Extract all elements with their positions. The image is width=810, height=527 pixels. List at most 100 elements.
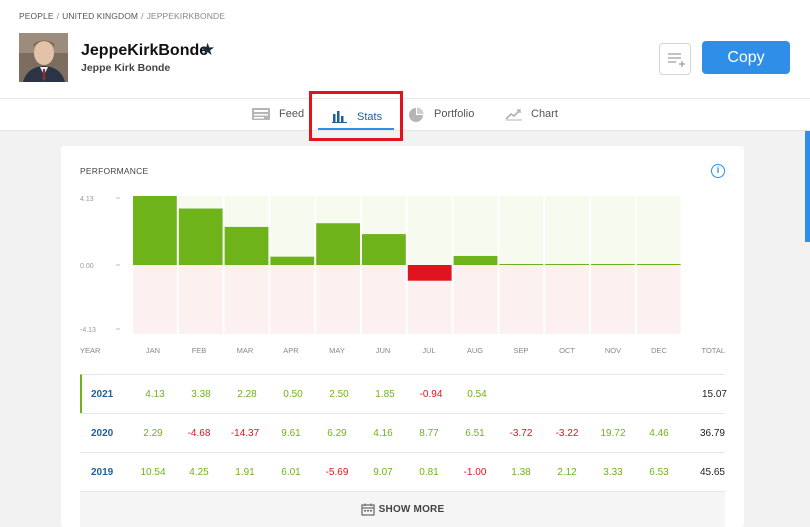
chart-bg-positive <box>545 196 589 265</box>
chart-bar <box>316 223 360 265</box>
chart-bg-negative <box>270 265 315 334</box>
chart-bar <box>270 256 315 265</box>
profile-header: PEOPLE / UNITED KINGDOM / JEPPEKIRKBONDE Jep… <box>0 0 810 98</box>
add-to-watchlist-button[interactable] <box>659 43 691 75</box>
total-cell: 15.07 <box>701 389 727 400</box>
scrollbar[interactable] <box>805 131 810 242</box>
calendar-icon <box>361 503 375 516</box>
chart-bg-positive <box>499 196 544 265</box>
chart-bg-negative <box>133 265 177 334</box>
month-value-cell: 8.77 <box>419 428 439 439</box>
chart-bar <box>591 264 635 265</box>
chart-bg-negative <box>178 265 223 334</box>
chart-bg-positive <box>453 196 498 265</box>
chart-bg-negative <box>499 265 544 334</box>
chart-bg-positive <box>591 196 635 265</box>
table-header-cell: NOV <box>604 346 622 355</box>
year-cell[interactable]: 2021 <box>91 375 131 414</box>
line-chart-icon <box>505 109 522 121</box>
chart-bg-negative <box>224 265 269 334</box>
month-value-cell: 6.53 <box>649 467 669 478</box>
performance-chart: 4.13 0.00 -4.13 <box>80 196 681 334</box>
active-tab-indicator <box>318 128 394 130</box>
tab-chart-label: Chart <box>531 108 558 120</box>
month-value-cell: -0.94 <box>419 389 443 400</box>
month-value-cell: -1.00 <box>463 467 487 478</box>
chart-bg-negative <box>591 265 635 334</box>
month-value-cell <box>500 375 546 414</box>
tab-feed[interactable]: Feed <box>251 99 311 131</box>
chart-bg-negative <box>453 265 498 334</box>
month-value-cell: 6.51 <box>465 428 485 439</box>
chart-bg-positive <box>407 196 452 265</box>
breadcrumb-people[interactable]: PEOPLE <box>19 11 54 21</box>
info-icon[interactable]: i <box>711 164 725 178</box>
month-value-cell: 9.07 <box>373 467 393 478</box>
chart-bg-negative <box>636 265 681 334</box>
tab-chart[interactable]: Chart <box>505 99 565 131</box>
breadcrumb-separator: / <box>141 11 144 21</box>
table-header-cell: YEAR <box>80 346 101 355</box>
month-value-cell: 2.50 <box>329 389 349 400</box>
star-icon[interactable]: ★ <box>200 41 215 59</box>
table-header-cell: OCT <box>559 346 575 355</box>
show-more-button[interactable]: SHOW MORE <box>80 491 725 527</box>
performance-title: PERFORMANCE <box>80 166 149 176</box>
table-header-cell: AUG <box>466 346 484 355</box>
month-value-cell <box>638 375 684 414</box>
performance-card: PERFORMANCE i 4.13 0.00 -4.13 YEAR JAN FEB MA… <box>61 146 744 527</box>
chart-bg-positive <box>636 196 681 265</box>
chart-bg-positive <box>270 196 315 265</box>
table-header-cell: TOTAL <box>701 346 725 355</box>
chart-bar <box>453 255 498 265</box>
month-value-cell: -4.68 <box>187 428 211 439</box>
month-value-cell: 3.33 <box>603 467 623 478</box>
month-value-cell: 4.25 <box>189 467 209 478</box>
chart-bar <box>545 264 589 265</box>
month-value-cell: 2.29 <box>143 428 163 439</box>
month-value-cell <box>546 375 592 414</box>
table-header-cell: JAN <box>145 346 161 355</box>
month-value-cell: 4.46 <box>649 428 669 439</box>
month-value-cell: 1.85 <box>375 389 395 400</box>
table-row[interactable]: 2020 2.29 -4.68 -14.37 9.61 6.29 4.16 8.77 6.51 -… <box>80 413 725 452</box>
table-header-cell: FEB <box>191 346 207 355</box>
table-row[interactable]: 2019 10.54 4.25 1.91 6.01 -5.69 9.07 0.81 -1.00 1… <box>80 452 725 491</box>
month-value-cell: 4.16 <box>373 428 393 439</box>
breadcrumb-separator: / <box>56 11 60 21</box>
tab-portfolio-label: Portfolio <box>434 108 475 120</box>
month-value-cell: 0.50 <box>283 389 303 400</box>
tab-bar: Feed Stats Portfolio Chart <box>0 91 810 141</box>
table-header-cell: MAR <box>236 346 254 355</box>
table-header: YEAR JAN FEB MAR APR MAY JUN JUL AUG SEP OCT NOV DEC… <box>80 346 725 362</box>
table-header-cell: DEC <box>651 346 667 355</box>
table-header-cell: SEP <box>513 346 529 355</box>
month-value-cell: 19.72 <box>600 428 626 439</box>
chart-bar <box>133 196 177 265</box>
avatar[interactable] <box>19 33 68 82</box>
chart-bg-negative <box>316 265 360 334</box>
tab-portfolio[interactable]: Portfolio <box>408 99 488 131</box>
table-header-cell: JUN <box>375 346 391 355</box>
chart-bar <box>499 264 544 265</box>
month-value-cell: 3.38 <box>191 389 211 400</box>
breadcrumb: PEOPLE / UNITED KINGDOM / JEPPEKIRKBONDE <box>19 11 225 21</box>
breadcrumb-user: JEPPEKIRKBONDE <box>146 11 225 21</box>
tab-stats[interactable]: Stats <box>309 91 403 141</box>
month-value-cell: -3.72 <box>509 428 533 439</box>
month-value-cell: 6.29 <box>327 428 347 439</box>
chart-tick-label: 0.00 <box>80 263 94 270</box>
year-cell[interactable]: 2020 <box>91 414 131 453</box>
month-value-cell: 1.38 <box>511 467 531 478</box>
chart-bar <box>178 208 223 265</box>
month-value-cell: 10.54 <box>140 467 166 478</box>
year-cell[interactable]: 2019 <box>91 453 131 492</box>
month-value-cell: 2.28 <box>237 389 257 400</box>
chart-bg-negative <box>545 265 589 334</box>
bar-chart-icon <box>332 111 347 123</box>
table-row[interactable]: 2021 4.13 3.38 2.28 0.50 2.50 1.85 -0.94 0.54 15.… <box>80 374 727 414</box>
chart-tick-label: 4.13 <box>80 196 94 203</box>
copy-button[interactable]: Copy <box>702 41 790 74</box>
breadcrumb-country[interactable]: UNITED KINGDOM <box>62 11 138 21</box>
month-value-cell: 0.81 <box>419 467 439 478</box>
